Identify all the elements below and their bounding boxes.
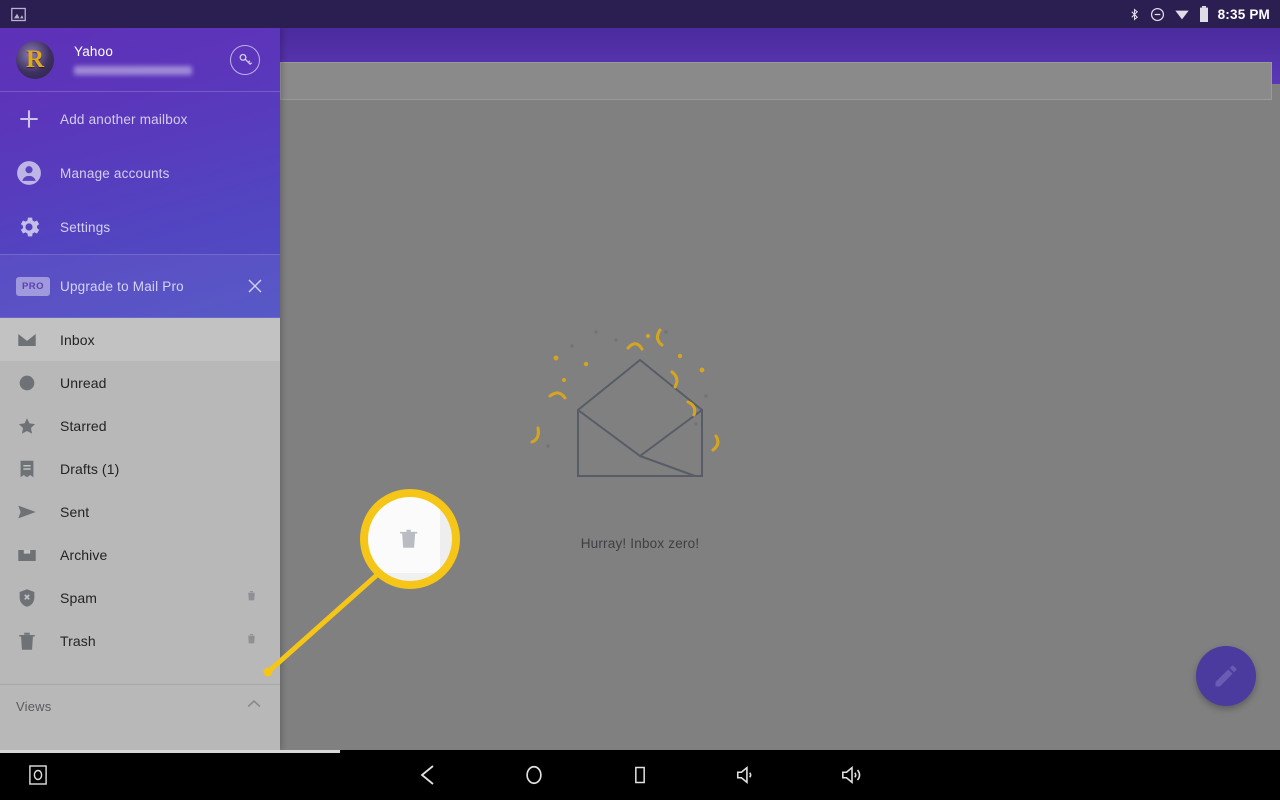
empty-state-text: Hurray! Inbox zero! [580, 536, 700, 551]
drawer-purple-section: R Yahoo Add another mailbox Manage accou… [0, 28, 280, 318]
image-notification-icon [10, 6, 27, 23]
compose-pencil-icon [1215, 665, 1237, 687]
battery-icon [1199, 6, 1209, 22]
trash-delete-icon[interactable] [245, 632, 258, 650]
system-navigation-bar [0, 750, 1280, 800]
spam-delete-icon[interactable] [245, 589, 258, 607]
folder-label: Spam [60, 589, 97, 606]
circle-icon [16, 372, 60, 394]
avatar: R [16, 40, 54, 79]
sidebar-item-starred[interactable]: Starred [0, 404, 280, 447]
account-header[interactable]: R Yahoo [0, 28, 280, 91]
folder-label: Trash [60, 632, 96, 649]
trash-icon [16, 630, 60, 652]
volume-up-icon[interactable] [830, 753, 874, 797]
search-bar[interactable] [280, 62, 1272, 100]
sidebar-item-manage-accounts[interactable]: Manage accounts [0, 146, 280, 200]
compose-button[interactable] [1196, 646, 1256, 706]
back-icon[interactable] [406, 753, 450, 797]
envelope-icon [16, 329, 60, 351]
promo-label: Upgrade to Mail Pro [60, 278, 184, 294]
sidebar-item-inbox[interactable]: Inbox [0, 318, 280, 361]
sidebar-item-unread[interactable]: Unread [0, 361, 280, 404]
sidebar-item-label: Add another mailbox [60, 111, 188, 127]
draft-icon [16, 458, 60, 480]
account-email-redacted [74, 66, 192, 75]
sidebar-item-sent[interactable]: Sent [0, 490, 280, 533]
account-key-button[interactable] [230, 44, 260, 75]
close-icon[interactable] [242, 273, 268, 299]
folder-label: Drafts (1) [60, 460, 120, 477]
promo-section: PRO Upgrade to Mail Pro [0, 254, 280, 318]
empty-state: Hurray! Inbox zero! [340, 318, 940, 551]
avatar-letter: R [25, 46, 45, 73]
gear-icon [16, 214, 60, 240]
sidebar-item-archive[interactable]: Archive [0, 533, 280, 576]
views-section-header[interactable]: Views [0, 684, 280, 728]
open-envelope-confetti-illustration [530, 328, 720, 477]
sidebar-item-settings[interactable]: Settings [0, 200, 280, 254]
screenshot-icon[interactable] [16, 753, 60, 797]
chevron-up-icon[interactable] [244, 694, 264, 719]
shield-x-icon [16, 587, 60, 609]
views-label: Views [16, 699, 52, 714]
account-name: Yahoo [74, 44, 114, 59]
navigation-drawer: R Yahoo Add another mailbox Manage accou… [0, 28, 280, 750]
upgrade-to-mail-pro-row[interactable]: PRO Upgrade to Mail Pro [0, 255, 280, 317]
sidebar-item-trash[interactable]: Trash [0, 619, 280, 662]
person-icon [16, 160, 60, 186]
pro-badge-label: PRO [16, 276, 50, 296]
folder-label: Unread [60, 374, 107, 391]
sidebar-item-spam[interactable]: Spam [0, 576, 280, 619]
status-bar: 8:35 PM [0, 0, 1280, 28]
sidebar-item-add-mailbox[interactable]: Add another mailbox [0, 92, 280, 146]
sidebar-item-label: Manage accounts [60, 165, 170, 181]
folder-label: Archive [60, 546, 108, 563]
folder-list: Inbox Unread Starred Drafts (1) Sent Arc… [0, 318, 280, 662]
sidebar-item-drafts[interactable]: Drafts (1) [0, 447, 280, 490]
star-icon [16, 415, 60, 437]
plus-icon [16, 106, 60, 132]
do-not-disturb-icon [1150, 7, 1165, 22]
home-icon[interactable] [512, 753, 556, 797]
bluetooth-icon [1128, 7, 1141, 22]
folder-label: Starred [60, 417, 107, 434]
account-info: Yahoo [74, 44, 230, 75]
send-icon [16, 501, 60, 523]
account-key-icon [239, 53, 252, 65]
folder-label: Sent [60, 503, 90, 520]
folder-label: Inbox [60, 331, 95, 348]
status-bar-time: 8:35 PM [1217, 6, 1270, 22]
archive-icon [16, 544, 60, 566]
wifi-icon [1174, 7, 1190, 21]
volume-down-icon[interactable] [724, 753, 768, 797]
recents-icon[interactable] [618, 753, 662, 797]
sidebar-item-label: Settings [60, 219, 111, 235]
pro-badge-icon: PRO [16, 276, 60, 296]
